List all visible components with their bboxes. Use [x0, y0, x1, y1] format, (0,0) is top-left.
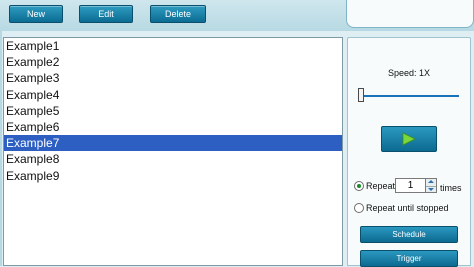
play-button[interactable] [381, 126, 437, 152]
list-item[interactable]: Example3 [4, 70, 342, 86]
playback-panel: Speed: 1X Repeat 1 times Repeat until st… [347, 37, 471, 267]
list-item[interactable]: Example9 [4, 168, 342, 184]
speed-slider-thumb[interactable] [358, 88, 364, 102]
macro-list[interactable]: Example1 Example2 Example3 Example4 Example5… [3, 37, 343, 266]
list-item[interactable]: Example6 [4, 119, 342, 135]
repeat-times-label: times [440, 183, 462, 193]
stepper-down-icon[interactable] [426, 187, 436, 194]
trigger-button[interactable]: Trigger [360, 250, 458, 267]
play-icon [402, 132, 416, 146]
delete-button[interactable]: Delete [150, 5, 206, 23]
schedule-button[interactable]: Schedule [360, 226, 458, 243]
edit-button[interactable]: Edit [79, 5, 133, 23]
list-item[interactable]: Example1 [4, 38, 342, 54]
speed-slider-track[interactable] [360, 95, 459, 97]
new-button[interactable]: New [9, 5, 63, 23]
repeat-radio[interactable] [354, 181, 364, 191]
list-item[interactable]: Example7 [4, 135, 342, 152]
repeat-count-stepper[interactable] [426, 178, 437, 193]
stepper-up-icon[interactable] [426, 179, 436, 187]
page-edge [0, 31, 2, 266]
macro-list-items: Example1 Example2 Example3 Example4 Example5… [4, 38, 342, 184]
repeat-count-input[interactable]: 1 [395, 178, 426, 193]
list-item[interactable]: Example2 [4, 54, 342, 70]
repeat-label: Repeat [366, 181, 396, 191]
list-item[interactable]: Example8 [4, 151, 342, 167]
toolbar: New Edit Delete [0, 0, 474, 31]
list-item[interactable]: Example4 [4, 87, 342, 103]
repeat-until-stopped-radio[interactable] [354, 203, 364, 213]
list-item[interactable]: Example5 [4, 103, 342, 119]
toolbar-right-frame [346, 0, 474, 28]
repeat-until-stopped-label: Repeat until stopped [366, 203, 449, 213]
speed-label: Speed: 1X [387, 68, 431, 78]
